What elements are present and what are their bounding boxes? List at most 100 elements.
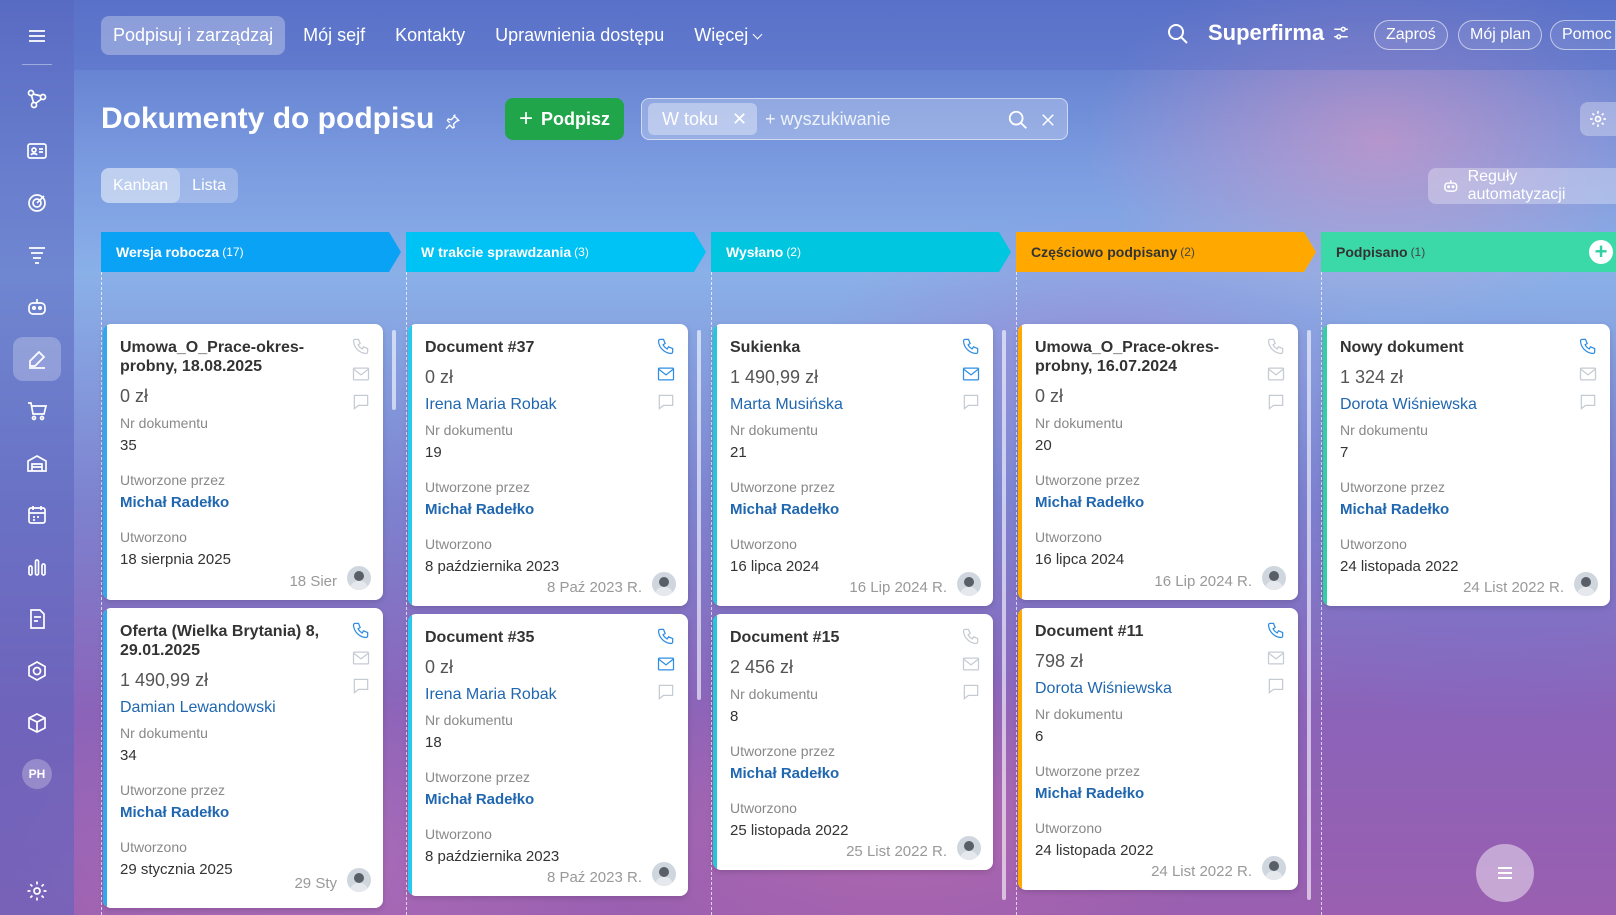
author-link[interactable]: Michał Radełko (1035, 494, 1298, 511)
nav-more[interactable]: Więcej (682, 16, 773, 55)
hexagon-icon[interactable] (13, 649, 61, 693)
card-title[interactable]: Umowa_O_Prace-okres-probny, 18.08.2025 (120, 338, 320, 376)
card-title[interactable]: Document #11 (1035, 622, 1235, 641)
author-link[interactable]: Michał Radełko (730, 765, 993, 782)
author-link[interactable]: Michał Radełko (730, 501, 993, 518)
mail-icon[interactable] (1578, 364, 1598, 384)
card-title[interactable]: Oferta (Wielka Brytania) 8, 29.01.2025 (120, 622, 320, 660)
card-title[interactable]: Document #15 (730, 628, 930, 647)
deal-card[interactable]: Nowy dokument 1 324 zł Dorota Wiśniewska… (1323, 324, 1610, 606)
card-title[interactable]: Nowy dokument (1340, 338, 1540, 357)
author-link[interactable]: Michał Radełko (1340, 501, 1610, 518)
chat-icon[interactable] (351, 676, 371, 696)
my-plan-button[interactable]: Mój plan (1458, 20, 1543, 50)
chat-icon[interactable] (656, 392, 676, 412)
filter-chip-in-progress[interactable]: W toku ✕ (648, 103, 758, 135)
author-link[interactable]: Michał Radełko (1035, 785, 1298, 802)
robot-icon[interactable] (13, 285, 61, 329)
hamburger-menu-icon[interactable] (13, 14, 61, 58)
responsible-avatar[interactable] (1262, 566, 1286, 590)
phone-icon[interactable] (1578, 336, 1598, 356)
target-icon[interactable] (13, 181, 61, 225)
author-link[interactable]: Michał Radełko (425, 501, 688, 518)
mail-icon[interactable] (656, 364, 676, 384)
card-title[interactable]: Umowa_O_Prace-okres-probny, 16.07.2024 (1035, 338, 1235, 376)
column-header-signed[interactable]: Podpisano (1) (1321, 232, 1616, 272)
phone-icon[interactable] (656, 626, 676, 646)
funnel-icon[interactable] (13, 233, 61, 277)
chip-remove-icon[interactable]: ✕ (732, 109, 747, 130)
deal-card[interactable]: Document #15 2 456 zł Nr dokumentu 8 Utw… (713, 614, 993, 870)
responsible-avatar[interactable] (347, 566, 371, 590)
sign-button[interactable]: + Podpisz (505, 98, 624, 140)
tab-list[interactable]: Lista (180, 168, 238, 203)
column-header-partially-signed[interactable]: Częściowo podpisany (2) (1016, 232, 1316, 272)
responsible-avatar[interactable] (957, 836, 981, 860)
column-header-draft[interactable]: Wersja robocza (17) (101, 232, 401, 272)
mail-icon[interactable] (351, 648, 371, 668)
author-link[interactable]: Michał Radełko (120, 804, 383, 821)
nav-sign-and-manage[interactable]: Podpisuj i zarządzaj (101, 15, 286, 55)
chat-icon[interactable] (1578, 392, 1598, 412)
responsible-avatar[interactable] (957, 572, 981, 596)
author-link[interactable]: Michał Radełko (120, 494, 383, 511)
mail-icon[interactable] (961, 364, 981, 384)
nav-access-permissions[interactable]: Uprawnienia dostępu (483, 16, 676, 55)
chat-icon[interactable] (1266, 392, 1286, 412)
responsible-avatar[interactable] (347, 868, 371, 892)
deal-card[interactable]: Document #35 0 zł Irena Maria Robak Nr d… (408, 614, 688, 896)
deal-card[interactable]: Umowa_O_Prace-okres-probny, 18.08.2025 0… (103, 324, 383, 600)
search-icon[interactable] (1166, 22, 1190, 46)
user-avatar[interactable]: PH (22, 759, 52, 789)
mail-icon[interactable] (961, 654, 981, 674)
card-title[interactable]: Sukienka (730, 338, 930, 357)
mail-icon[interactable] (351, 364, 371, 384)
phone-icon[interactable] (351, 620, 371, 640)
analytics-bars-icon[interactable] (13, 545, 61, 589)
deal-card[interactable]: Sukienka 1 490,99 zł Marta Musińska Nr d… (713, 324, 993, 606)
contact-link[interactable]: Irena Maria Robak (425, 396, 688, 414)
column-header-in-review[interactable]: W trakcie sprawdzania (3) (406, 232, 706, 272)
deal-card[interactable]: Umowa_O_Prace-okres-probny, 16.07.2024 0… (1018, 324, 1298, 600)
mail-icon[interactable] (1266, 648, 1286, 668)
chat-icon[interactable] (351, 392, 371, 412)
column-scrollbar[interactable] (1002, 330, 1006, 900)
contact-link[interactable]: Marta Musińska (730, 396, 993, 414)
phone-icon[interactable] (961, 626, 981, 646)
contact-link[interactable]: Damian Lewandowski (120, 699, 383, 717)
phone-icon[interactable] (351, 336, 371, 356)
column-scrollbar[interactable] (697, 330, 701, 700)
automation-rules-button[interactable]: Reguły automatyzacji (1428, 168, 1616, 204)
warehouse-icon[interactable] (13, 441, 61, 485)
column-scrollbar[interactable] (392, 330, 396, 410)
column-scrollbar[interactable] (1307, 330, 1311, 900)
company-brand[interactable]: Superfirma (1208, 20, 1350, 46)
search-icon[interactable] (1007, 109, 1029, 131)
kanban-settings-button[interactable] (1580, 102, 1616, 136)
phone-icon[interactable] (1266, 336, 1286, 356)
document-edit-icon[interactable] (13, 597, 61, 641)
connections-icon[interactable] (13, 77, 61, 121)
invite-button[interactable]: Zaproś (1374, 20, 1448, 50)
package-box-icon[interactable] (13, 701, 61, 745)
pin-icon[interactable] (443, 113, 461, 131)
chat-icon[interactable] (656, 682, 676, 702)
phone-icon[interactable] (656, 336, 676, 356)
search-input[interactable] (765, 108, 1006, 130)
help-button[interactable]: Pomoc (1550, 20, 1616, 50)
responsible-avatar[interactable] (1262, 856, 1286, 880)
filter-search-box[interactable]: W toku ✕ (641, 98, 1068, 140)
settings-gear-icon[interactable] (13, 869, 61, 913)
author-link[interactable]: Michał Radełko (425, 791, 688, 808)
contact-link[interactable]: Dorota Wiśniewska (1340, 396, 1610, 414)
feed-floating-button[interactable] (1476, 844, 1534, 902)
responsible-avatar[interactable] (652, 572, 676, 596)
responsible-avatar[interactable] (652, 862, 676, 886)
add-column-plus-icon[interactable]: + (1589, 240, 1613, 264)
card-title[interactable]: Document #37 (425, 338, 625, 357)
chat-icon[interactable] (961, 682, 981, 702)
chat-icon[interactable] (961, 392, 981, 412)
responsible-avatar[interactable] (1574, 572, 1598, 596)
deal-card[interactable]: Document #37 0 zł Irena Maria Robak Nr d… (408, 324, 688, 606)
contacts-card-icon[interactable] (13, 129, 61, 173)
